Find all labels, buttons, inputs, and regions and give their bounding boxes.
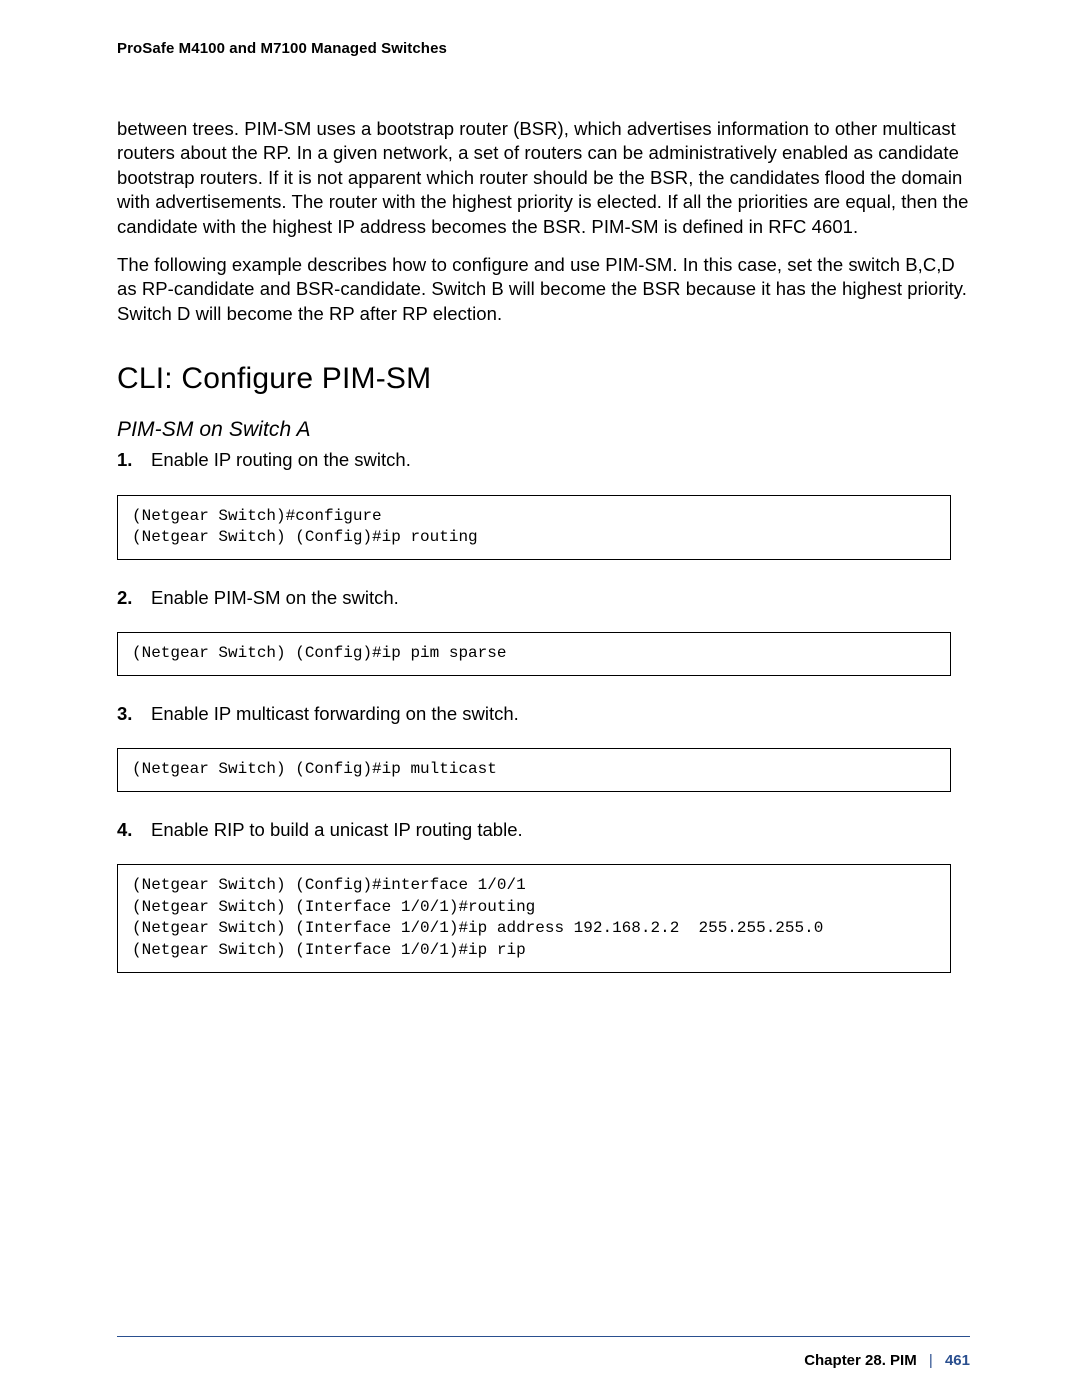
step-2: Enable PIM-SM on the switch. bbox=[117, 586, 970, 610]
step-list: Enable RIP to build a unicast IP routing… bbox=[117, 818, 970, 842]
step-3-text: Enable IP multicast forwarding on the sw… bbox=[151, 703, 519, 724]
code-block-4: (Netgear Switch) (Config)#interface 1/0/… bbox=[117, 864, 951, 972]
step-list: Enable IP routing on the switch. bbox=[117, 448, 970, 472]
step-list: Enable IP multicast forwarding on the sw… bbox=[117, 702, 970, 726]
code-block-1: (Netgear Switch)#configure (Netgear Swit… bbox=[117, 495, 951, 560]
step-list: Enable PIM-SM on the switch. bbox=[117, 586, 970, 610]
intro-paragraph-2: The following example describes how to c… bbox=[117, 253, 970, 326]
intro-paragraph-1: between trees. PIM-SM uses a bootstrap r… bbox=[117, 117, 970, 239]
step-1: Enable IP routing on the switch. bbox=[117, 448, 970, 472]
subsection-heading-switch-a: PIM-SM on Switch A bbox=[117, 418, 970, 442]
step-1-text: Enable IP routing on the switch. bbox=[151, 449, 411, 470]
footer-page-number: 461 bbox=[945, 1352, 970, 1369]
step-4: Enable RIP to build a unicast IP routing… bbox=[117, 818, 970, 842]
code-block-3: (Netgear Switch) (Config)#ip multicast bbox=[117, 748, 951, 792]
footer-rule bbox=[117, 1336, 970, 1337]
section-heading-cli: CLI: Configure PIM-SM bbox=[117, 362, 970, 396]
footer: Chapter 28. PIM | 461 bbox=[804, 1352, 970, 1369]
footer-chapter: Chapter 28. PIM bbox=[804, 1352, 917, 1369]
footer-separator: | bbox=[921, 1352, 941, 1369]
step-2-text: Enable PIM-SM on the switch. bbox=[151, 587, 399, 608]
step-4-text: Enable RIP to build a unicast IP routing… bbox=[151, 819, 523, 840]
page: ProSafe M4100 and M7100 Managed Switches… bbox=[0, 0, 1080, 1397]
step-3: Enable IP multicast forwarding on the sw… bbox=[117, 702, 970, 726]
running-header: ProSafe M4100 and M7100 Managed Switches bbox=[117, 40, 970, 57]
code-block-2: (Netgear Switch) (Config)#ip pim sparse bbox=[117, 632, 951, 676]
